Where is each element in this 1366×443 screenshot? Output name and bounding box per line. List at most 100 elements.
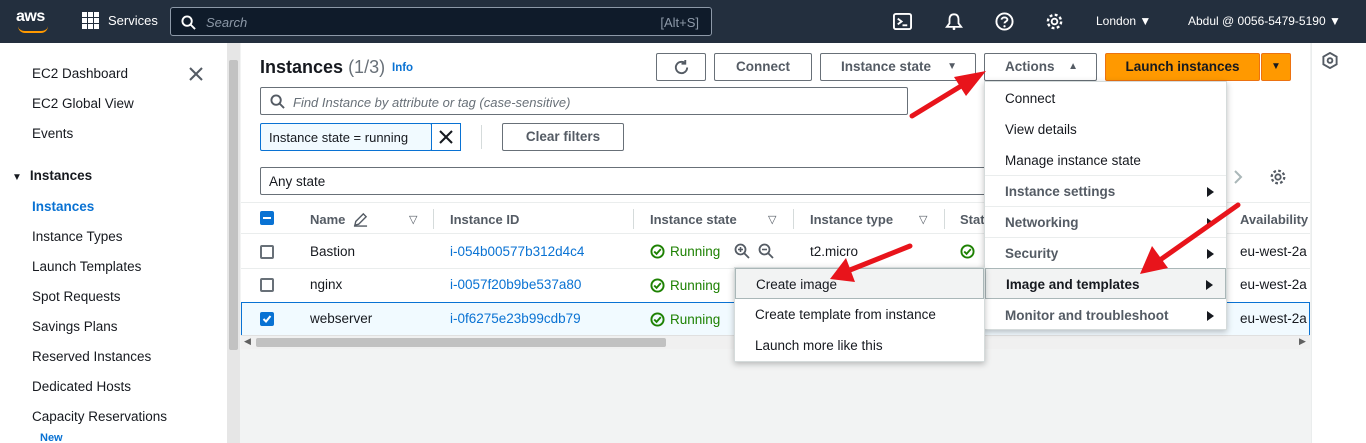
menu-item-label: Security (1005, 246, 1059, 261)
actions-dropdown[interactable]: Actions ▲ (984, 53, 1097, 81)
hexagon-help-icon[interactable] (1322, 52, 1338, 69)
sidebar-item-spot-requests[interactable]: Spot Requests (32, 289, 121, 304)
sidebar-item-capacity-reservations[interactable]: Capacity Reservations (32, 409, 167, 424)
refresh-button[interactable] (656, 53, 706, 81)
right-tools-strip (1311, 43, 1366, 443)
column-header-instance-state[interactable]: Instance state (650, 212, 737, 227)
column-header-instance-type[interactable]: Instance type (810, 212, 893, 227)
sidebar-item-reserved-instances[interactable]: Reserved Instances (32, 349, 151, 364)
menu-item-create-image[interactable]: Create image (735, 268, 984, 299)
instance-state-label: Instance state (841, 59, 932, 74)
column-header-instance-id[interactable]: Instance ID (450, 212, 519, 227)
edit-pencil-icon (353, 212, 368, 227)
actions-menu: Connect View details Manage instance sta… (984, 81, 1227, 330)
caret-down-icon: ▼ (1328, 14, 1341, 28)
sidebar-item-ec2-dashboard[interactable]: EC2 Dashboard (32, 66, 128, 81)
menu-item-security[interactable]: Security (985, 238, 1226, 269)
menu-item-monitor-and-troubleshoot[interactable]: Monitor and troubleshoot (985, 300, 1226, 331)
caret-down-icon: ▼ (1139, 14, 1152, 28)
row-checkbox[interactable] (260, 312, 274, 326)
select-all-checkbox[interactable] (260, 211, 274, 225)
column-header-availability[interactable]: Availability (1240, 212, 1308, 227)
instance-id-link[interactable]: i-054b00577b312d4c4 (450, 244, 584, 259)
table-preferences-gear-icon[interactable] (1269, 168, 1287, 186)
sort-icon[interactable]: ▽ (409, 213, 417, 226)
instance-type-value: t2.micro (810, 244, 859, 259)
selection-count: (1/3) (348, 57, 386, 77)
instance-id-link[interactable]: i-0f6275e23b99cdb79 (450, 311, 581, 326)
state-filter-select[interactable]: Any state (260, 167, 986, 195)
info-link[interactable]: Info (392, 62, 413, 74)
launch-instances-split-button[interactable]: ▼ (1261, 53, 1291, 81)
sort-icon[interactable]: ▽ (919, 213, 927, 226)
sidebar-item-savings-plans[interactable]: Savings Plans (32, 319, 118, 334)
menu-item-networking[interactable]: Networking (985, 207, 1226, 238)
menu-item-instance-settings[interactable]: Instance settings (985, 176, 1226, 207)
launch-instances-button[interactable]: Launch instances (1105, 53, 1260, 81)
sidebar-item-dedicated-hosts[interactable]: Dedicated Hosts (32, 379, 131, 394)
chevron-right-icon[interactable] (1232, 169, 1244, 185)
aws-smile-icon (18, 26, 48, 33)
column-separator (633, 209, 634, 229)
menu-item-connect[interactable]: Connect (985, 83, 1226, 114)
instance-state-dropdown[interactable]: Instance state ▼ (820, 53, 976, 81)
sidebar-item-ec2-global-view[interactable]: EC2 Global View (32, 96, 134, 111)
filter-token[interactable]: Instance state = running (260, 123, 432, 151)
notifications-bell-icon[interactable] (945, 12, 963, 31)
close-sidebar-icon[interactable] (189, 67, 203, 81)
help-icon[interactable] (995, 12, 1014, 31)
table-scrollbar-thumb[interactable] (256, 338, 666, 347)
region-selector[interactable]: London ▼ (1096, 14, 1151, 28)
divider (481, 125, 482, 149)
scroll-left-icon[interactable]: ◀ (244, 336, 251, 347)
aws-logo[interactable]: aws (16, 8, 45, 26)
connect-button[interactable]: Connect (714, 53, 812, 81)
search-placeholder: Search (206, 15, 248, 30)
account-menu[interactable]: Abdul @ 0056-5479-5190 ▼ (1188, 14, 1341, 28)
caret-right-icon (1207, 187, 1214, 197)
column-header-status[interactable]: Stat (960, 212, 985, 227)
close-icon (439, 130, 453, 144)
sort-icon[interactable]: ▽ (768, 213, 776, 226)
sidebar-item-instance-types[interactable]: Instance Types (32, 229, 123, 244)
sidebar-scrollbar-thumb[interactable] (229, 60, 238, 350)
caret-up-icon: ▲ (1068, 61, 1078, 72)
find-instance-input[interactable]: Find Instance by attribute or tag (case-… (260, 87, 908, 115)
menu-item-create-template-from-instance[interactable]: Create template from instance (735, 299, 984, 330)
sidebar-section-instances[interactable]: ▼ Instances (12, 168, 92, 183)
page-title-text: Instances (260, 57, 344, 77)
instance-state-value: Running (670, 244, 721, 259)
check-circle-icon (650, 278, 665, 293)
row-checkbox[interactable] (260, 278, 274, 292)
column-separator (944, 209, 945, 229)
global-search-input[interactable]: Search [Alt+S] (170, 7, 712, 36)
clear-filters-button[interactable]: Clear filters (502, 123, 624, 151)
settings-gear-icon[interactable] (1045, 12, 1064, 31)
page-title: Instances (1/3) (260, 57, 385, 78)
caret-right-icon (1207, 218, 1214, 228)
sidebar-item-instances[interactable]: Instances (32, 199, 94, 214)
remove-filter-button[interactable] (431, 123, 461, 151)
caret-right-icon (1207, 311, 1214, 321)
instance-state-value: Running (670, 312, 721, 327)
menu-item-launch-more-like-this[interactable]: Launch more like this (735, 330, 984, 361)
zoom-out-icon[interactable] (758, 243, 774, 259)
caret-down-icon: ▼ (1271, 61, 1281, 72)
region-label: London (1096, 14, 1137, 28)
cloudshell-icon[interactable] (893, 12, 912, 31)
menu-item-manage-instance-state[interactable]: Manage instance state (985, 145, 1226, 176)
instance-id-link[interactable]: i-0057f20b9be537a80 (450, 277, 581, 292)
scroll-right-icon[interactable]: ▶ (1299, 336, 1306, 347)
menu-item-image-and-templates[interactable]: Image and templates (985, 268, 1226, 299)
row-checkbox[interactable] (260, 245, 274, 259)
services-menu-button[interactable]: Services (82, 12, 158, 29)
availability-zone: eu-west-2a (1240, 244, 1307, 259)
zoom-in-icon[interactable] (734, 243, 750, 259)
instance-name: nginx (310, 277, 343, 292)
menu-item-view-details[interactable]: View details (985, 114, 1226, 145)
sidebar-item-launch-templates[interactable]: Launch Templates (32, 259, 141, 274)
search-icon (270, 94, 285, 109)
sidebar-item-events[interactable]: Events (32, 126, 73, 141)
search-shortcut: [Alt+S] (660, 15, 699, 30)
column-header-name[interactable]: Name (310, 212, 345, 227)
